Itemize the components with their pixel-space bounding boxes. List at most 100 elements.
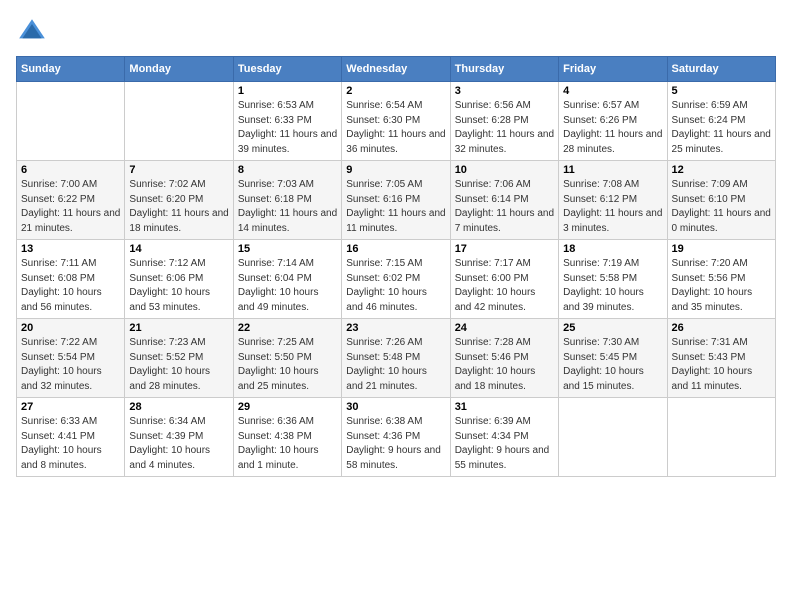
day-number: 13	[21, 243, 120, 255]
day-info: Sunrise: 7:11 AMSunset: 6:08 PMDaylight:…	[21, 257, 120, 315]
day-info: Sunrise: 7:22 AMSunset: 5:54 PMDaylight:…	[21, 336, 120, 394]
calendar-cell: 15 Sunrise: 7:14 AMSunset: 6:04 PMDayligh…	[233, 240, 341, 319]
day-info: Sunrise: 7:17 AMSunset: 6:00 PMDaylight:…	[455, 257, 554, 315]
day-info: Sunrise: 6:53 AMSunset: 6:33 PMDaylight:…	[238, 99, 337, 157]
day-info: Sunrise: 7:00 AMSunset: 6:22 PMDaylight:…	[21, 178, 120, 236]
day-number: 15	[238, 243, 337, 255]
calendar-cell: 26Sunrise: 7:31 AMSunset: 5:43 PMDayligh…	[667, 319, 775, 398]
day-number: 7	[129, 164, 228, 176]
week-row-4: 20 Sunrise: 7:22 AMSunset: 5:54 PMDayligh…	[17, 319, 776, 398]
calendar-cell: 9 Sunrise: 7:05 AMSunset: 6:16 PMDaylight…	[342, 161, 450, 240]
day-info: Sunrise: 7:19 AMSunset: 5:58 PMDaylight:…	[563, 257, 662, 315]
logo	[16, 16, 52, 48]
day-number: 27	[21, 401, 120, 413]
calendar-cell: 8 Sunrise: 7:03 AMSunset: 6:18 PMDaylight…	[233, 161, 341, 240]
calendar-cell: 27 Sunrise: 6:33 AMSunset: 4:41 PMDayligh…	[17, 398, 125, 477]
calendar-cell: 19Sunrise: 7:20 AMSunset: 5:56 PMDayligh…	[667, 240, 775, 319]
day-number: 25	[563, 322, 662, 334]
calendar-cell	[559, 398, 667, 477]
calendar-cell	[125, 82, 233, 161]
day-info: Sunrise: 7:14 AMSunset: 6:04 PMDaylight:…	[238, 257, 337, 315]
day-info: Sunrise: 7:12 AMSunset: 6:06 PMDaylight:…	[129, 257, 228, 315]
weekday-header-tuesday: Tuesday	[233, 57, 341, 82]
day-number: 23	[346, 322, 445, 334]
calendar-cell: 14Sunrise: 7:12 AMSunset: 6:06 PMDayligh…	[125, 240, 233, 319]
week-row-2: 6 Sunrise: 7:00 AMSunset: 6:22 PMDaylight…	[17, 161, 776, 240]
day-info: Sunrise: 7:31 AMSunset: 5:43 PMDaylight:…	[672, 336, 771, 394]
calendar-cell	[667, 398, 775, 477]
day-info: Sunrise: 6:39 AMSunset: 4:34 PMDaylight:…	[455, 415, 554, 473]
day-info: Sunrise: 7:05 AMSunset: 6:16 PMDaylight:…	[346, 178, 445, 236]
day-info: Sunrise: 6:56 AMSunset: 6:28 PMDaylight:…	[455, 99, 554, 157]
day-info: Sunrise: 7:06 AMSunset: 6:14 PMDaylight:…	[455, 178, 554, 236]
weekday-header-wednesday: Wednesday	[342, 57, 450, 82]
calendar-cell: 31 Sunrise: 6:39 AMSunset: 4:34 PMDayligh…	[450, 398, 558, 477]
calendar-cell: 17Sunrise: 7:17 AMSunset: 6:00 PMDayligh…	[450, 240, 558, 319]
week-row-3: 13 Sunrise: 7:11 AMSunset: 6:08 PMDayligh…	[17, 240, 776, 319]
calendar-cell: 24 Sunrise: 7:28 AMSunset: 5:46 PMDayligh…	[450, 319, 558, 398]
day-info: Sunrise: 7:20 AMSunset: 5:56 PMDaylight:…	[672, 257, 771, 315]
day-number: 3	[455, 85, 554, 97]
day-info: Sunrise: 7:30 AMSunset: 5:45 PMDaylight:…	[563, 336, 662, 394]
day-info: Sunrise: 7:25 AMSunset: 5:50 PMDaylight:…	[238, 336, 337, 394]
day-number: 22	[238, 322, 337, 334]
calendar-cell: 28 Sunrise: 6:34 AMSunset: 4:39 PMDayligh…	[125, 398, 233, 477]
day-info: Sunrise: 7:02 AMSunset: 6:20 PMDaylight:…	[129, 178, 228, 236]
calendar-cell: 30 Sunrise: 6:38 AMSunset: 4:36 PMDayligh…	[342, 398, 450, 477]
calendar-cell: 10 Sunrise: 7:06 AMSunset: 6:14 PMDayligh…	[450, 161, 558, 240]
day-number: 10	[455, 164, 554, 176]
calendar-cell: 25 Sunrise: 7:30 AMSunset: 5:45 PMDayligh…	[559, 319, 667, 398]
day-info: Sunrise: 7:08 AMSunset: 6:12 PMDaylight:…	[563, 178, 662, 236]
day-number: 2	[346, 85, 445, 97]
day-info: Sunrise: 7:15 AMSunset: 6:02 PMDaylight:…	[346, 257, 445, 315]
calendar-cell: 21Sunrise: 7:23 AMSunset: 5:52 PMDayligh…	[125, 319, 233, 398]
calendar-cell: 11 Sunrise: 7:08 AMSunset: 6:12 PMDayligh…	[559, 161, 667, 240]
calendar-cell: 4Sunrise: 6:57 AMSunset: 6:26 PMDaylight…	[559, 82, 667, 161]
calendar-cell: 6 Sunrise: 7:00 AMSunset: 6:22 PMDaylight…	[17, 161, 125, 240]
week-row-5: 27 Sunrise: 6:33 AMSunset: 4:41 PMDayligh…	[17, 398, 776, 477]
weekday-header-thursday: Thursday	[450, 57, 558, 82]
day-info: Sunrise: 7:09 AMSunset: 6:10 PMDaylight:…	[672, 178, 771, 236]
calendar-cell: 20 Sunrise: 7:22 AMSunset: 5:54 PMDayligh…	[17, 319, 125, 398]
day-number: 8	[238, 164, 337, 176]
day-number: 4	[563, 85, 662, 97]
calendar-cell: 29 Sunrise: 6:36 AMSunset: 4:38 PMDayligh…	[233, 398, 341, 477]
day-number: 12	[672, 164, 771, 176]
day-number: 29	[238, 401, 337, 413]
day-number: 11	[563, 164, 662, 176]
day-number: 24	[455, 322, 554, 334]
calendar-cell: 1 Sunrise: 6:53 AMSunset: 6:33 PMDaylight…	[233, 82, 341, 161]
day-info: Sunrise: 6:33 AMSunset: 4:41 PMDaylight:…	[21, 415, 120, 473]
day-number: 6	[21, 164, 120, 176]
day-number: 28	[129, 401, 228, 413]
day-number: 30	[346, 401, 445, 413]
calendar-cell: 13 Sunrise: 7:11 AMSunset: 6:08 PMDayligh…	[17, 240, 125, 319]
logo-icon	[16, 16, 48, 48]
weekday-header-sunday: Sunday	[17, 57, 125, 82]
day-info: Sunrise: 6:34 AMSunset: 4:39 PMDaylight:…	[129, 415, 228, 473]
day-info: Sunrise: 6:38 AMSunset: 4:36 PMDaylight:…	[346, 415, 445, 473]
day-info: Sunrise: 6:54 AMSunset: 6:30 PMDaylight:…	[346, 99, 445, 157]
day-number: 1	[238, 85, 337, 97]
day-number: 18	[563, 243, 662, 255]
day-number: 31	[455, 401, 554, 413]
weekday-header-monday: Monday	[125, 57, 233, 82]
day-number: 16	[346, 243, 445, 255]
calendar-cell: 5Sunrise: 6:59 AMSunset: 6:24 PMDaylight…	[667, 82, 775, 161]
calendar-cell: 3 Sunrise: 6:56 AMSunset: 6:28 PMDaylight…	[450, 82, 558, 161]
day-number: 5	[672, 85, 771, 97]
day-info: Sunrise: 6:36 AMSunset: 4:38 PMDaylight:…	[238, 415, 337, 473]
day-info: Sunrise: 7:03 AMSunset: 6:18 PMDaylight:…	[238, 178, 337, 236]
calendar-cell: 23 Sunrise: 7:26 AMSunset: 5:48 PMDayligh…	[342, 319, 450, 398]
day-number: 20	[21, 322, 120, 334]
calendar-cell: 12 Sunrise: 7:09 AMSunset: 6:10 PMDayligh…	[667, 161, 775, 240]
weekday-header-saturday: Saturday	[667, 57, 775, 82]
day-info: Sunrise: 7:28 AMSunset: 5:46 PMDaylight:…	[455, 336, 554, 394]
page-header	[16, 16, 776, 48]
day-number: 9	[346, 164, 445, 176]
weekday-header-friday: Friday	[559, 57, 667, 82]
day-info: Sunrise: 7:26 AMSunset: 5:48 PMDaylight:…	[346, 336, 445, 394]
day-number: 21	[129, 322, 228, 334]
calendar-cell: 18 Sunrise: 7:19 AMSunset: 5:58 PMDayligh…	[559, 240, 667, 319]
calendar-cell: 22 Sunrise: 7:25 AMSunset: 5:50 PMDayligh…	[233, 319, 341, 398]
